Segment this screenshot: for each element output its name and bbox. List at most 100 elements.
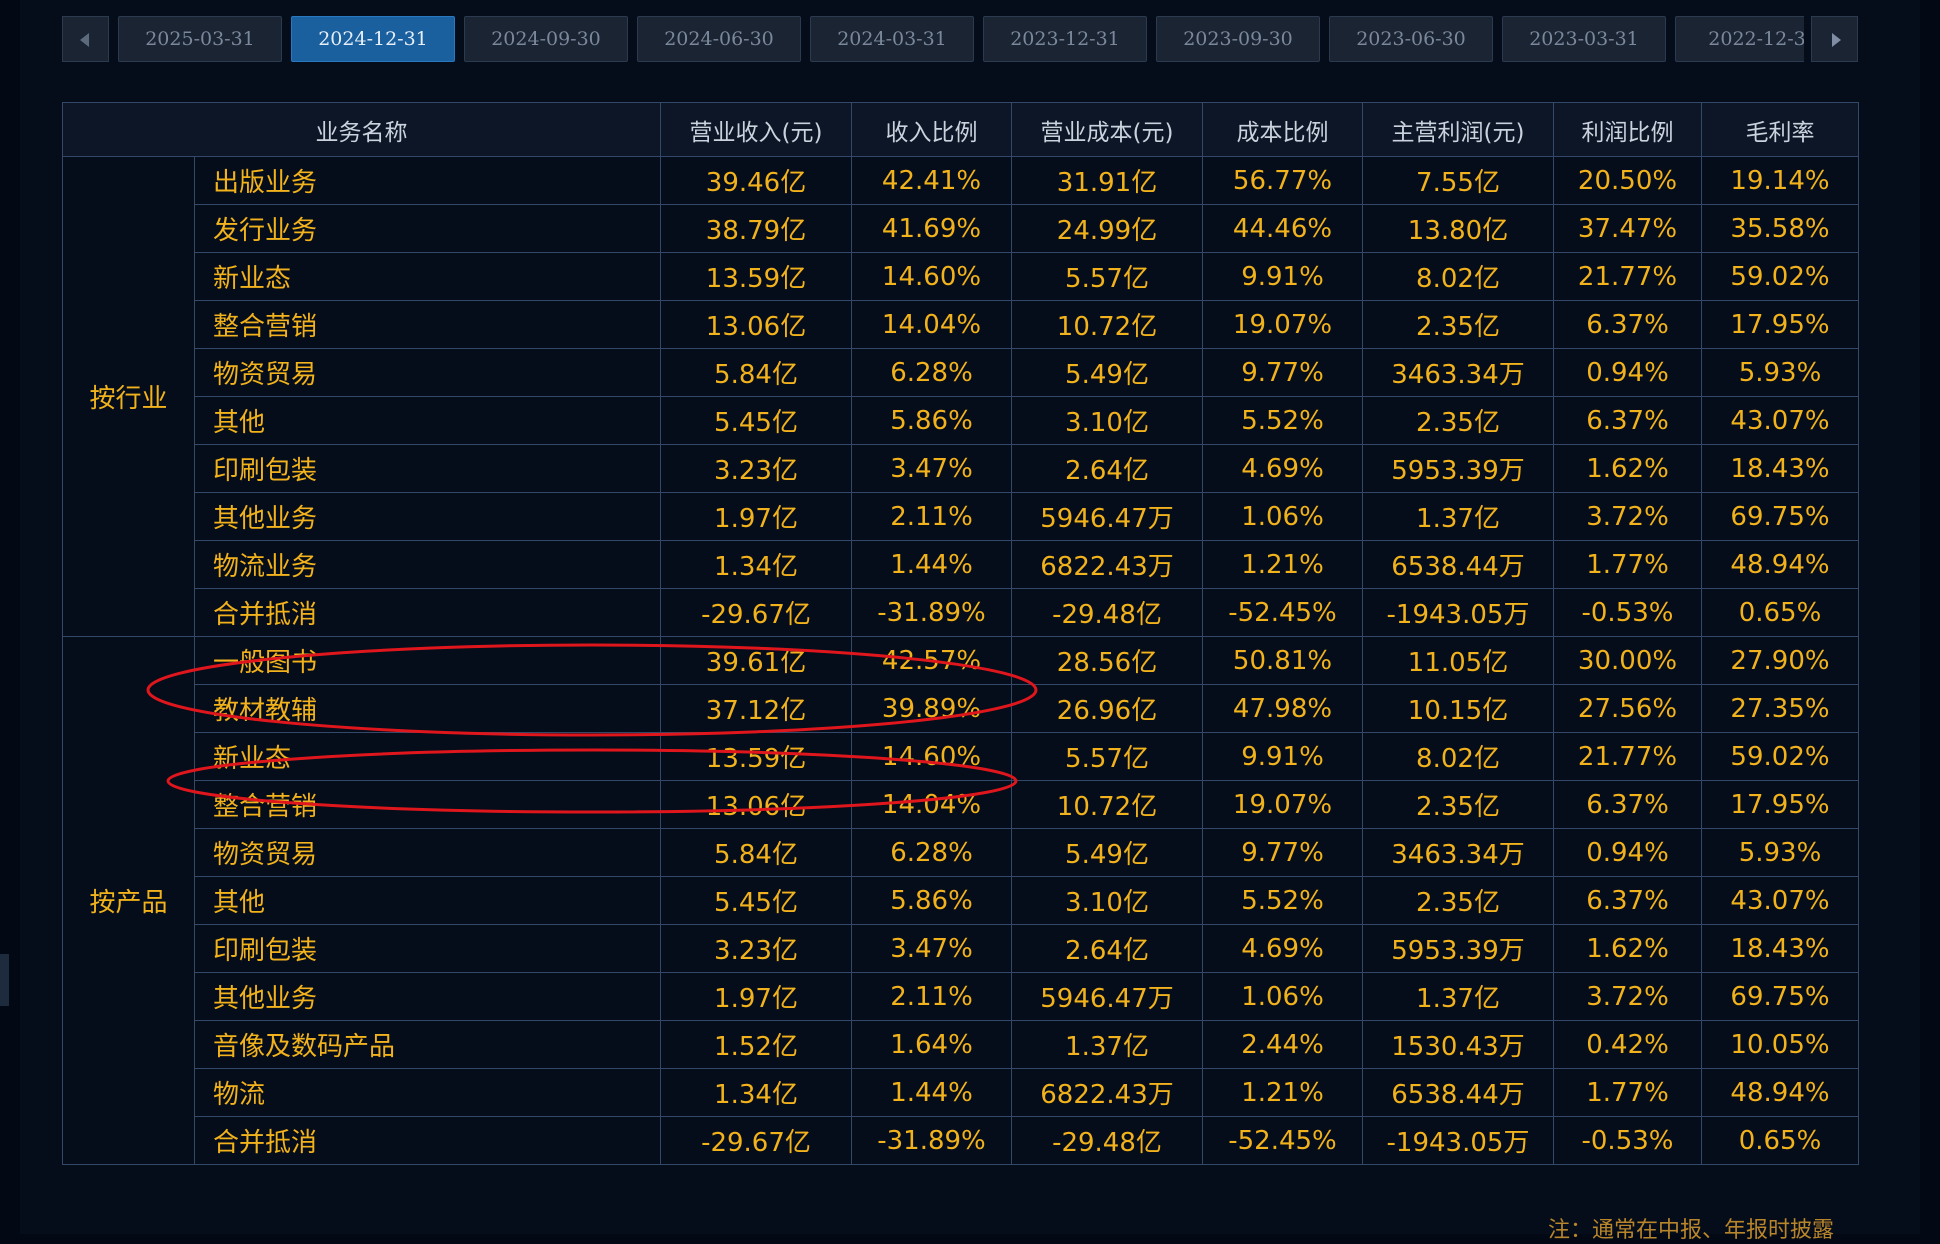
table-row: 音像及数码产品 1.52亿 1.64% 1.37亿 2.44% 1530.43万 0.42%… (63, 1020, 1859, 1069)
value-cell: 19.14% (1701, 156, 1859, 205)
value-cell: 4.69% (1202, 924, 1363, 973)
value-cell: 27.90% (1701, 636, 1859, 685)
value-cell: 5.45亿 (660, 396, 852, 445)
table-row: 其他业务 1.97亿 2.11% 5946.47万 1.06% 1.37亿 3.72% 69.… (63, 492, 1859, 541)
value-cell: 56.77% (1202, 156, 1363, 205)
value-cell: 2.64亿 (1011, 924, 1203, 973)
value-cell: 48.94% (1701, 1068, 1859, 1117)
value-cell: 10.72亿 (1011, 780, 1203, 829)
tabs-prev-button[interactable] (62, 16, 109, 62)
table-row: 印刷包装 3.23亿 3.47% 2.64亿 4.69% 5953.39万 1.62% 18.… (63, 444, 1859, 493)
value-cell: 11.05亿 (1362, 636, 1554, 685)
business-name-cell: 教材教辅 (194, 684, 661, 733)
table-row: 新业态 13.59亿 14.60% 5.57亿 9.91% 8.02亿 21.77% 59.0… (63, 252, 1859, 301)
value-cell: 3.23亿 (660, 444, 852, 493)
value-cell: -1943.05万 (1362, 1116, 1554, 1165)
date-tab[interactable]: 2023-03-31 (1502, 16, 1666, 62)
business-name-cell: 合并抵消 (194, 1116, 661, 1165)
value-cell: 42.41% (851, 156, 1012, 205)
column-header[interactable]: 业务名称 (62, 102, 661, 157)
value-cell: 3.72% (1553, 492, 1702, 541)
value-cell: 5.49亿 (1011, 348, 1203, 397)
column-header[interactable]: 营业收入(元) (660, 102, 852, 157)
value-cell: -31.89% (851, 588, 1012, 637)
date-tab[interactable]: 2023-09-30 (1156, 16, 1320, 62)
table-row: 整合营销 13.06亿 14.04% 10.72亿 19.07% 2.35亿 6.37% 17… (63, 300, 1859, 349)
business-name-cell: 整合营销 (194, 300, 661, 349)
value-cell: 37.12亿 (660, 684, 852, 733)
value-cell: 5.57亿 (1011, 732, 1203, 781)
business-name-cell: 音像及数码产品 (194, 1020, 661, 1069)
business-name-cell: 物流 (194, 1068, 661, 1117)
value-cell: 10.15亿 (1362, 684, 1554, 733)
column-header[interactable]: 成本比例 (1202, 102, 1363, 157)
value-cell: 1.62% (1553, 444, 1702, 493)
value-cell: 6.37% (1553, 396, 1702, 445)
value-cell: -29.67亿 (660, 588, 852, 637)
value-cell: 27.56% (1553, 684, 1702, 733)
value-cell: 47.98% (1202, 684, 1363, 733)
date-tab[interactable]: 2022-12-3 (1675, 16, 1804, 62)
table-row: 教材教辅 37.12亿 39.89% 26.96亿 47.98% 10.15亿 27.56%… (63, 684, 1859, 733)
value-cell: 14.04% (851, 780, 1012, 829)
date-tab[interactable]: 2023-12-31 (983, 16, 1147, 62)
value-cell: 21.77% (1553, 732, 1702, 781)
value-cell: 1.44% (851, 540, 1012, 589)
column-header[interactable]: 营业成本(元) (1011, 102, 1203, 157)
date-tab[interactable]: 2024-06-30 (637, 16, 801, 62)
value-cell: 10.05% (1701, 1020, 1859, 1069)
table-row: 物流 1.34亿 1.44% 6822.43万 1.21% 6538.44万 1.77% 48… (63, 1068, 1859, 1117)
value-cell: 2.11% (851, 492, 1012, 541)
business-name-cell: 出版业务 (194, 156, 661, 205)
value-cell: 39.46亿 (660, 156, 852, 205)
value-cell: 5953.39万 (1362, 924, 1554, 973)
value-cell: 59.02% (1701, 732, 1859, 781)
value-cell: 6822.43万 (1011, 540, 1203, 589)
value-cell: 5.93% (1701, 828, 1859, 877)
date-tab[interactable]: 2024-12-31 (291, 16, 455, 62)
column-header[interactable]: 毛利率 (1701, 102, 1859, 157)
value-cell: 13.80亿 (1362, 204, 1554, 253)
tabs-next-button[interactable] (1811, 16, 1858, 62)
value-cell: 1.37亿 (1011, 1020, 1203, 1069)
date-tab[interactable]: 2024-09-30 (464, 16, 628, 62)
column-header[interactable]: 利润比例 (1553, 102, 1702, 157)
value-cell: 35.58% (1701, 204, 1859, 253)
value-cell: 39.89% (851, 684, 1012, 733)
value-cell: 20.50% (1553, 156, 1702, 205)
value-cell: 6822.43万 (1011, 1068, 1203, 1117)
value-cell: 5946.47万 (1011, 492, 1203, 541)
value-cell: 37.47% (1553, 204, 1702, 253)
table-row: 按产品 一般图书 39.61亿 42.57% 28.56亿 50.81% 11.05亿 30.… (62, 636, 1859, 1165)
value-cell: 6.37% (1553, 876, 1702, 925)
value-cell: 69.75% (1701, 492, 1859, 541)
value-cell: 31.91亿 (1011, 156, 1203, 205)
value-cell: 1.62% (1553, 924, 1702, 973)
value-cell: 38.79亿 (660, 204, 852, 253)
value-cell: 5.84亿 (660, 828, 852, 877)
side-scroll-handle[interactable] (0, 954, 9, 1006)
date-tab[interactable]: 2025-03-31 (118, 16, 282, 62)
value-cell: 1.06% (1202, 492, 1363, 541)
date-tab[interactable]: 2024-03-31 (810, 16, 974, 62)
business-name-cell: 发行业务 (194, 204, 661, 253)
value-cell: 2.11% (851, 972, 1012, 1021)
column-header[interactable]: 主营利润(元) (1362, 102, 1554, 157)
column-header[interactable]: 收入比例 (851, 102, 1012, 157)
value-cell: 8.02亿 (1362, 252, 1554, 301)
business-name-cell: 其他业务 (194, 492, 661, 541)
table-header-row: 业务名称 营业收入(元) 收入比例 营业成本(元) 成本比例 主营利润(元) 利润比例 毛利率 (62, 102, 1859, 157)
value-cell: 0.42% (1553, 1020, 1702, 1069)
value-cell: 0.94% (1553, 828, 1702, 877)
value-cell: 1530.43万 (1362, 1020, 1554, 1069)
value-cell: 6538.44万 (1362, 1068, 1554, 1117)
value-cell: 1.37亿 (1362, 492, 1554, 541)
value-cell: 9.77% (1202, 348, 1363, 397)
value-cell: 9.91% (1202, 732, 1363, 781)
value-cell: 4.69% (1202, 444, 1363, 493)
table-row: 按行业 出版业务 39.46亿 42.41% 31.91亿 56.77% 7.55亿 20.5… (62, 156, 1859, 637)
caret-right-icon (1832, 33, 1841, 47)
value-cell: 3463.34万 (1362, 828, 1554, 877)
date-tab[interactable]: 2023-06-30 (1329, 16, 1493, 62)
value-cell: 5953.39万 (1362, 444, 1554, 493)
